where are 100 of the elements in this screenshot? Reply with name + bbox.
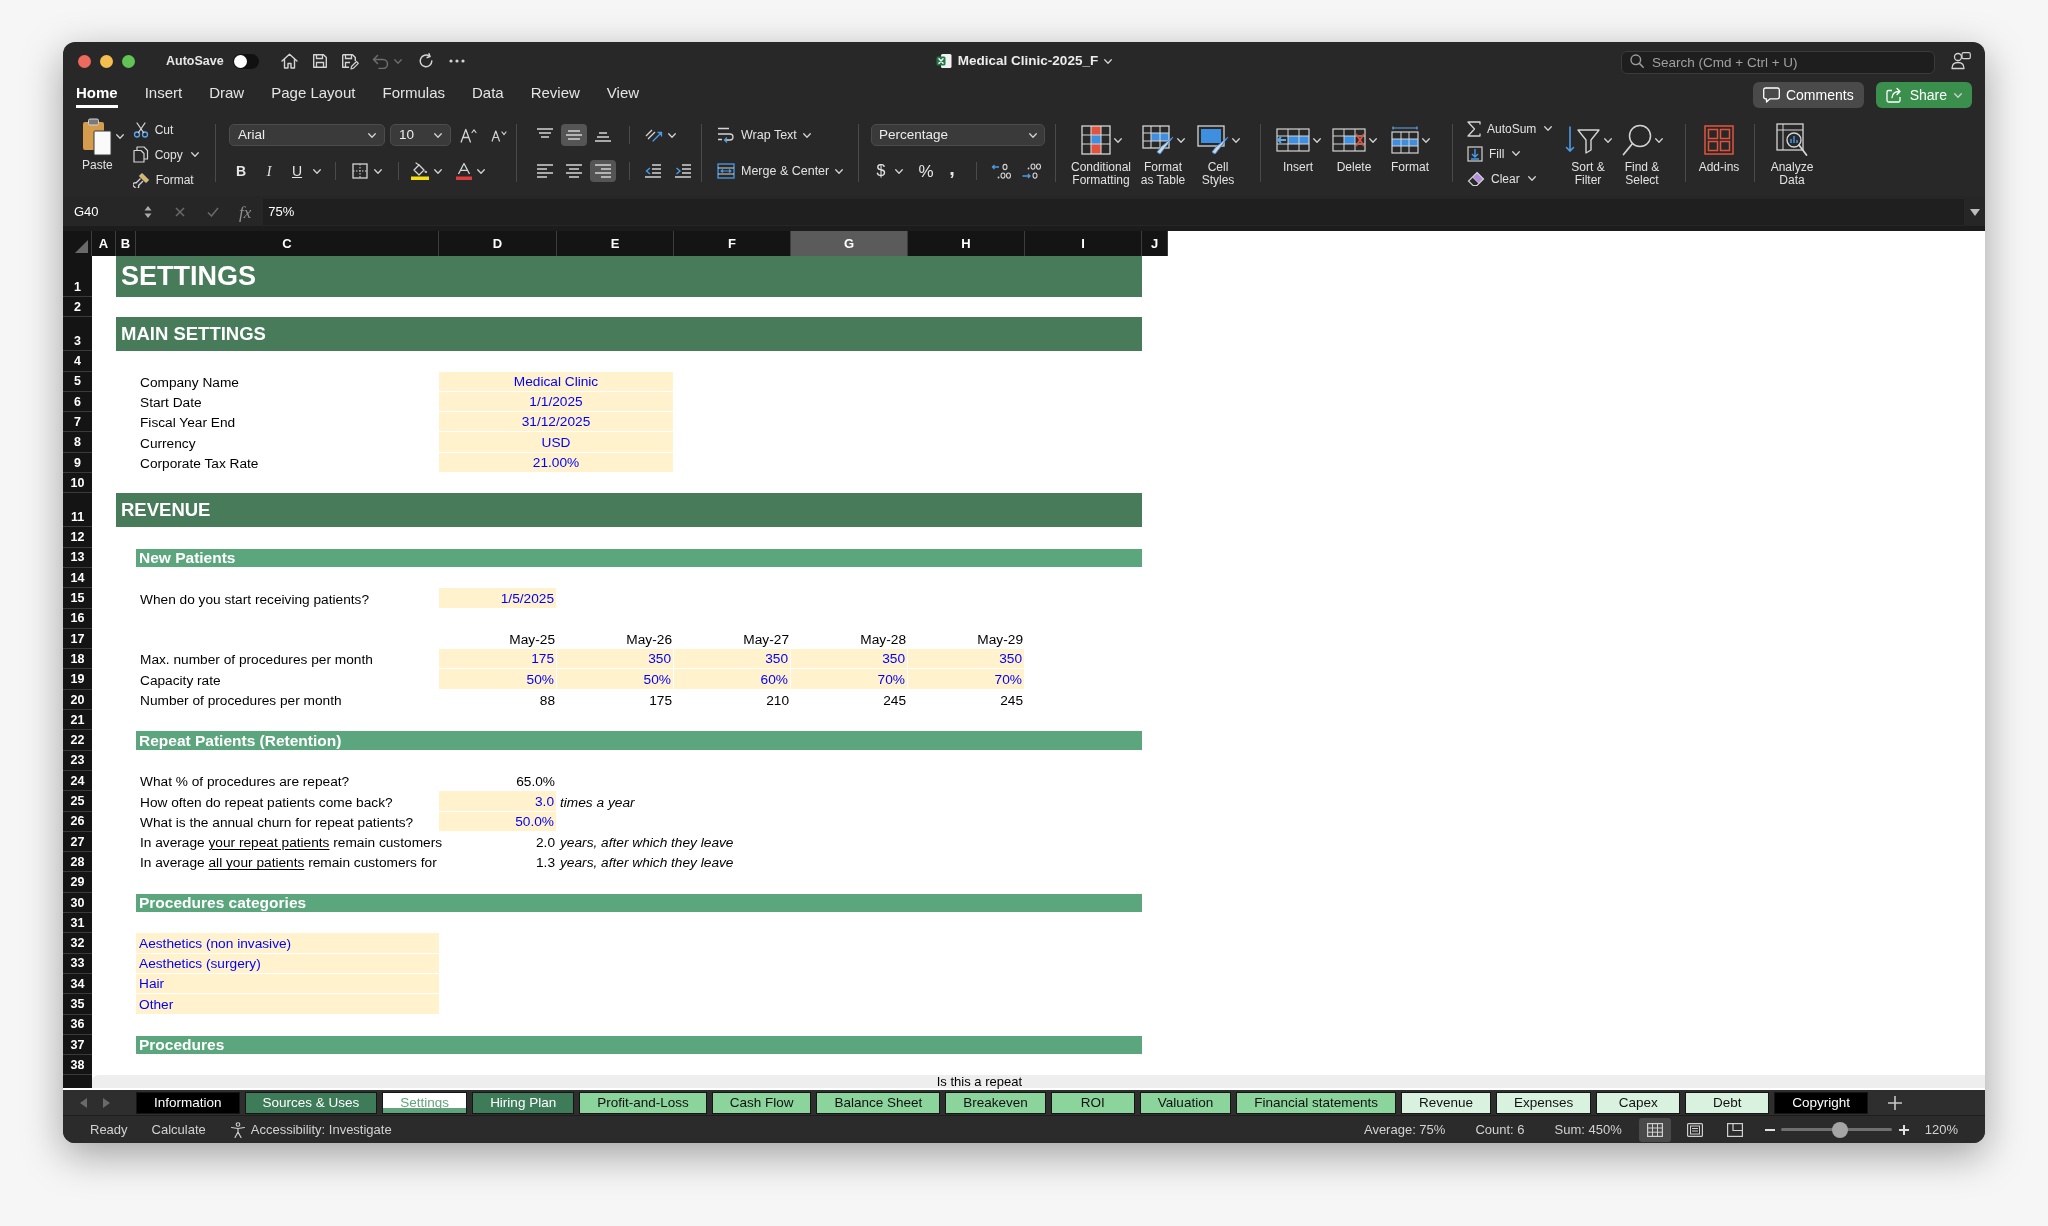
number-format-dropdown[interactable]: Percentage [871,124,1045,146]
row-header[interactable]: 20 [63,689,92,711]
add-ins-button[interactable]: Add-ins [1694,110,1744,174]
align-middle-button[interactable] [561,124,587,146]
conditional-formatting-button[interactable]: Conditional Formatting [1068,110,1134,187]
ribbon-tab[interactable]: Formulas [382,82,445,108]
format-painter-button[interactable]: Format [132,167,199,192]
row-header[interactable]: 32 [63,933,92,954]
save-icon[interactable] [311,53,328,69]
input-cell[interactable]: 1/5/2025 [439,588,557,609]
analyze-data-button[interactable]: Analyze Data [1764,110,1820,187]
row-header[interactable]: 25 [63,791,92,812]
search-field[interactable]: Search (Cmd + Ctrl + U) [1621,50,1935,74]
sheet-tab[interactable]: Expenses [1496,1091,1592,1114]
sheet-tab[interactable]: Profit-and-Loss [579,1091,707,1114]
input-cell[interactable]: Medical Clinic [439,371,674,392]
row-header[interactable]: 14 [63,567,92,589]
input-cell[interactable]: 31/12/2025 [439,412,674,433]
zoom-in-icon[interactable] [1898,1124,1909,1135]
comma-style-button[interactable]: , [944,160,960,182]
people-icon[interactable] [1951,52,1971,70]
input-cell[interactable]: 1/1/2025 [439,391,674,413]
zoom-slider-thumb[interactable] [1831,1121,1848,1138]
category-input-cell[interactable]: Hair [136,973,439,995]
name-box[interactable]: G40 [67,199,137,225]
autosave-toggle[interactable] [232,53,259,69]
row-header[interactable]: 2 [63,297,92,318]
add-sheet-icon[interactable] [1888,1095,1903,1110]
ribbon-tab[interactable]: Insert [144,82,183,108]
row-header[interactable]: 30 [63,892,92,913]
column-header[interactable]: D [439,231,557,256]
input-cell[interactable]: 3.0 [439,791,557,812]
input-cell[interactable]: 70% [791,669,908,690]
column-header[interactable]: J [1142,231,1168,256]
normal-view-button[interactable] [1638,1117,1671,1142]
input-cell[interactable]: USD [439,432,674,453]
format-as-table-button[interactable]: Format as Table [1134,110,1192,187]
close-icon[interactable] [78,54,91,68]
expand-icon[interactable] [1970,209,1980,216]
column-header[interactable]: H [908,231,1025,256]
italic-button[interactable]: I [257,160,281,182]
row-header[interactable]: 11 [63,493,92,528]
more-icon[interactable] [448,59,465,63]
cell-styles-button[interactable]: Cell Styles [1192,110,1244,187]
comments-button[interactable]: Comments [1752,82,1864,108]
row-header[interactable]: 34 [63,973,92,995]
accessibility-button[interactable]: Accessibility: Investigate [229,1119,392,1140]
row-header[interactable]: 28 [63,852,92,873]
decrease-decimal-icon[interactable] [1021,163,1041,179]
input-cell[interactable]: 60% [674,669,791,690]
row-header[interactable]: 23 [63,750,92,771]
row-header[interactable]: 5 [63,371,92,392]
column-header[interactable]: A [92,231,116,256]
column-header[interactable]: G [791,231,908,256]
column-header[interactable]: I [1025,231,1142,256]
decrease-indent-icon[interactable] [645,164,661,178]
sheet-tab[interactable]: ROI [1050,1091,1135,1114]
category-input-cell[interactable]: Other [136,994,439,1015]
sheet-tab[interactable]: Valuation [1139,1091,1232,1114]
row-header[interactable]: 13 [63,547,92,568]
ribbon-tab[interactable]: Draw [209,82,245,108]
category-input-cell[interactable]: Aesthetics (non invasive) [136,933,439,954]
save-edit-icon[interactable] [340,52,359,70]
row-header[interactable]: 15 [63,588,92,609]
underline-button[interactable]: U [285,160,309,182]
merge-center-button[interactable]: Merge & Center [717,160,844,182]
row-header[interactable]: 16 [63,608,92,629]
fill-button[interactable]: Fill [1467,141,1562,166]
input-cell[interactable]: 50% [439,669,557,690]
input-cell[interactable]: 70% [908,669,1025,690]
input-cell[interactable]: 350 [557,649,674,670]
cancel-icon[interactable] [175,207,185,217]
cut-button[interactable]: Cut [132,117,199,142]
paste-button[interactable]: Paste [82,118,113,172]
row-header[interactable]: 1 [63,256,92,297]
ribbon-tab[interactable]: Page Layout [271,82,356,108]
input-cell[interactable]: 350 [908,649,1025,670]
input-cell[interactable]: 350 [791,649,908,670]
category-input-cell[interactable]: Aesthetics (surgery) [136,953,439,974]
input-cell[interactable]: 350 [674,649,791,670]
row-header[interactable]: 21 [63,710,92,731]
row-header[interactable]: 37 [63,1034,92,1056]
insert-cells-button[interactable]: Insert [1272,110,1324,174]
currency-button[interactable]: $ [871,160,891,182]
zoom-slider[interactable] [1780,1121,1892,1138]
find-select-button[interactable]: Find & Select [1614,110,1670,187]
sheet-tab[interactable]: Capex [1596,1091,1681,1114]
ribbon-tab[interactable]: Data [472,82,504,108]
font-color-icon[interactable] [456,162,472,180]
input-cell[interactable]: 175 [439,649,557,670]
undo-icon[interactable] [371,53,389,69]
column-header[interactable]: B [116,231,136,256]
sheet-tab[interactable]: Financial statements [1236,1091,1396,1114]
row-header[interactable]: 6 [63,391,92,413]
ribbon-tab[interactable]: View [606,82,640,108]
sheet-tab[interactable]: Cash Flow [711,1091,812,1114]
column-header[interactable]: F [674,231,791,256]
font-shrink-icon[interactable] [491,128,507,142]
row-header[interactable]: 38 [63,1055,92,1076]
row-header[interactable]: 7 [63,412,92,433]
